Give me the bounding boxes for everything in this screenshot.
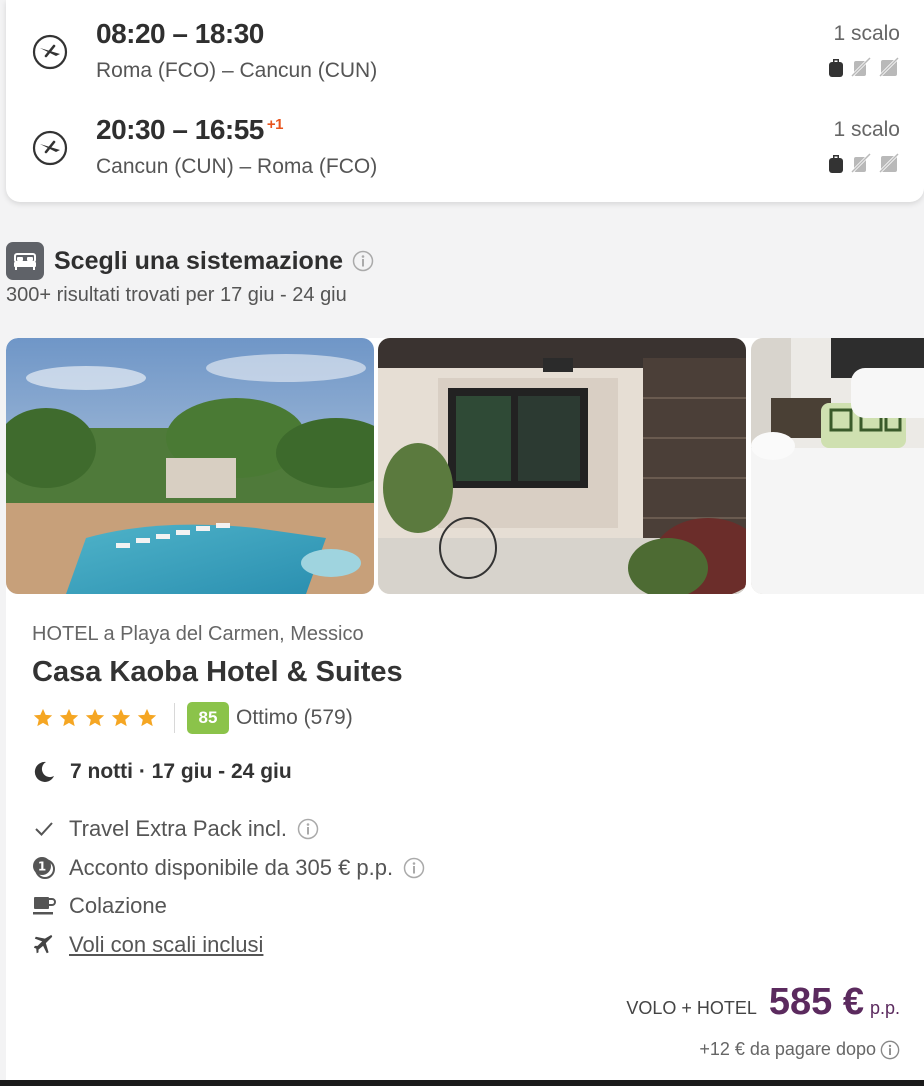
personal-bag-icon (829, 155, 843, 173)
rating-divider (174, 703, 175, 733)
flight-outbound[interactable]: 08:20 – 18:30 Roma (FCO) – Cancun (CUN) … (6, 0, 924, 96)
price-row: VOLO + HOTEL 585 € p.p. (626, 981, 900, 1024)
star-rating (32, 707, 158, 729)
luggage-icons (828, 152, 900, 174)
flight-route: Cancun (CUN) – Roma (FCO) (96, 155, 378, 178)
bottom-edge (0, 1080, 924, 1086)
flight-stops: 1 scalo (833, 22, 900, 45)
coffee-icon (33, 897, 56, 915)
feature-breakfast: Colazione (32, 887, 425, 926)
feature-deposit: 1 Acconto disponibile da 305 € p.p. (32, 849, 425, 888)
star-icon (137, 708, 157, 727)
hotel-location: HOTEL a Playa del Carmen, Messico (32, 623, 364, 645)
flight-stops: 1 scalo (833, 118, 900, 141)
info-icon[interactable] (297, 818, 319, 840)
checked-bag-crossed-icon (878, 56, 900, 78)
cabin-bag-crossed-icon (850, 56, 872, 78)
flight-times: 08:20 – 18:30 (96, 18, 264, 49)
flight-return[interactable]: 20:30 – 16:55 +1 Cancun (CUN) – Roma (FCO… (6, 96, 924, 192)
hotel-photo-room-exterior[interactable] (378, 338, 746, 594)
feature-flights[interactable]: Voli con scali inclusi (32, 926, 425, 965)
hotel-photo-pool[interactable] (6, 338, 374, 594)
star-icon (59, 708, 79, 727)
price-value[interactable]: 585 € (769, 981, 864, 1024)
nights-row: 7 notti · 17 giu - 24 giu (32, 760, 292, 784)
personal-bag-icon (829, 59, 843, 77)
svg-text:1: 1 (38, 859, 46, 873)
nights-dates: 7 notti · 17 giu - 24 giu (70, 760, 292, 783)
feature-text: Colazione (69, 893, 167, 919)
luggage-icons (828, 56, 900, 78)
info-icon[interactable] (352, 250, 374, 272)
flight-times: 20:30 – 16:55 +1 (96, 114, 284, 145)
accommodation-header: Scegli una sistemazione (6, 242, 374, 280)
info-icon[interactable] (403, 857, 425, 879)
plane-icon (33, 934, 53, 953)
feature-travel-pack: Travel Extra Pack incl. (32, 810, 425, 849)
checked-bag-crossed-icon (878, 152, 900, 174)
moon-icon (34, 761, 54, 782)
star-icon (111, 708, 131, 727)
price-unit: p.p. (869, 998, 900, 1018)
deposit-icon: 1 (33, 856, 55, 879)
flight-route: Roma (FCO) – Cancun (CUN) (96, 59, 378, 82)
info-icon[interactable] (880, 1040, 900, 1060)
cabin-bag-crossed-icon (850, 152, 872, 174)
feature-text: Acconto disponibile da 305 € p.p. (69, 854, 394, 880)
feature-text: Travel Extra Pack incl. (69, 816, 288, 842)
airline-logo-icon (32, 130, 68, 166)
feature-list: Travel Extra Pack incl. 1 Acconto dispon… (32, 810, 425, 964)
score-label[interactable]: Ottimo (579) (236, 706, 353, 730)
rating-row: 85 Ottimo (579) (32, 702, 353, 734)
airline-logo-icon (32, 34, 68, 70)
pay-later: +12 € da pagare dopo (699, 1039, 900, 1060)
price-label: VOLO + HOTEL (626, 998, 757, 1018)
bed-icon (6, 242, 44, 280)
flights-card[interactable]: 08:20 – 18:30 Roma (FCO) – Cancun (CUN) … (6, 0, 924, 202)
results-count: 300+ risultati trovati per 17 giu - 24 g… (6, 284, 347, 306)
hotel-card[interactable]: HOTEL a Playa del Carmen, Messico Casa K… (6, 338, 924, 1083)
flights-included-link[interactable]: Voli con scali inclusi (69, 932, 263, 958)
pay-later-text: +12 € da pagare dopo (699, 1039, 876, 1059)
plus-day-badge: +1 (266, 116, 284, 133)
hotel-name[interactable]: Casa Kaoba Hotel & Suites (32, 656, 403, 689)
hotel-photo-bedroom[interactable] (751, 338, 924, 594)
star-icon (85, 708, 105, 727)
check-icon (35, 822, 53, 837)
score-badge: 85 (187, 702, 229, 734)
accommodation-title: Scegli una sistemazione (54, 246, 343, 275)
star-icon (33, 708, 53, 727)
